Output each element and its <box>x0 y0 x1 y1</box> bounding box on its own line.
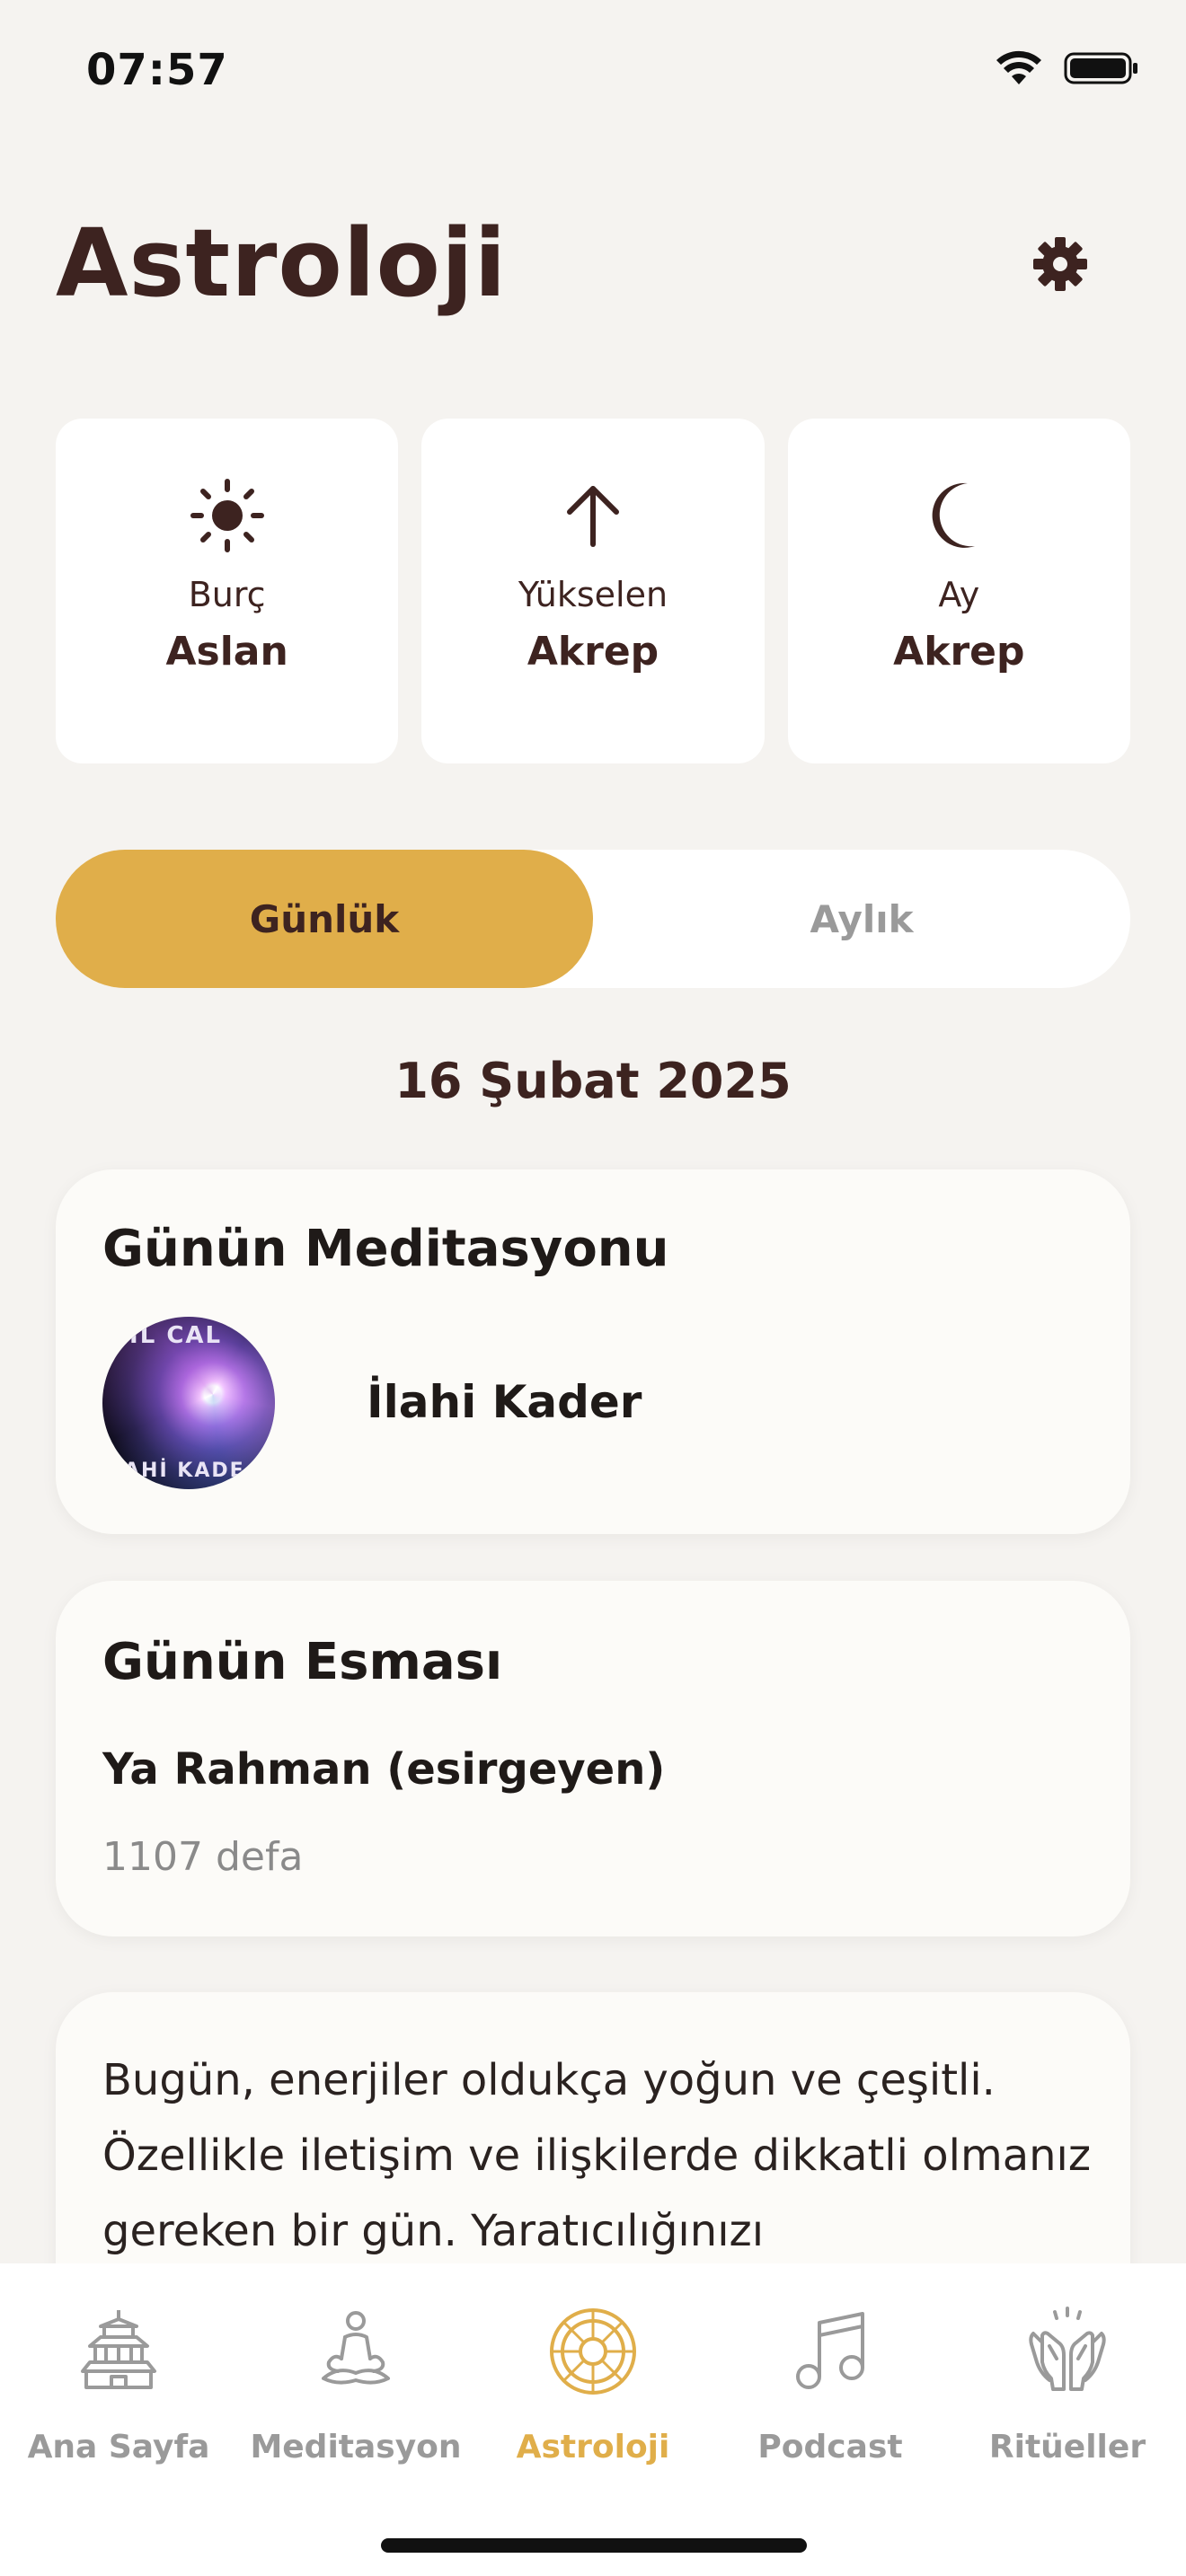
nav-item-home[interactable]: Ana Sayfa <box>0 2299 237 2466</box>
nav-item-rituals[interactable]: Ritüeller <box>949 2299 1186 2466</box>
meditation-cover-image: RIL CAL LAHİ KADE <box>102 1317 275 1489</box>
sign-label: Burç <box>188 575 266 614</box>
daily-meditation-card[interactable]: Günün Meditasyonu RIL CAL LAHİ KADE İlah… <box>56 1169 1130 1534</box>
nav-item-astrology[interactable]: Astroloji <box>474 2299 712 2466</box>
sun-icon <box>190 478 265 553</box>
arrow-up-icon <box>555 478 631 553</box>
meditation-icon <box>311 2299 401 2404</box>
wifi-icon <box>996 50 1042 90</box>
battery-icon <box>1064 50 1139 90</box>
nav-label: Ritüeller <box>988 2429 1146 2466</box>
home-indicator <box>381 2538 807 2553</box>
meditation-name: İlahi Kader <box>367 1376 642 1428</box>
cover-text: LAHİ KADE <box>110 1460 245 1482</box>
nav-item-meditation[interactable]: Meditasyon <box>237 2299 474 2466</box>
sign-card-ascendant[interactable]: Yükselen Akrep <box>421 419 765 763</box>
esma-count: 1107 defa <box>102 1834 304 1880</box>
gear-icon <box>1031 235 1089 296</box>
sign-card-moon[interactable]: Ay Akrep <box>787 419 1130 763</box>
horoscope-text: Bugün, enerjiler oldukça yoğun ve çeşitl… <box>102 2055 1092 2256</box>
sign-cards: Burç Aslan Yükselen Akrep Ay Akrep <box>56 419 1130 763</box>
sign-label: Yükselen <box>518 575 668 614</box>
card-title: Günün Meditasyonu <box>102 1220 669 1278</box>
status-bar: 07:57 <box>0 0 1186 144</box>
bottom-nav: Ana Sayfa Meditasyon Astroloji Podcast R… <box>0 2263 1186 2576</box>
temple-icon <box>74 2299 164 2404</box>
moon-icon <box>921 478 996 553</box>
tab-monthly[interactable]: Aylık <box>593 850 1130 988</box>
sign-value: Aslan <box>165 629 288 675</box>
zodiac-wheel-icon <box>548 2299 638 2404</box>
settings-button[interactable] <box>1026 232 1094 300</box>
period-tabs: Günlük Aylık <box>56 850 1130 988</box>
horoscope-date: 16 Şubat 2025 <box>394 1053 792 1109</box>
esma-name: Ya Rahman (esirgeyen) <box>102 1744 666 1795</box>
status-time: 07:57 <box>86 45 228 95</box>
page-title: Astroloji <box>56 208 508 318</box>
nav-label: Ana Sayfa <box>27 2429 210 2466</box>
daily-esma-card[interactable]: Günün Esması Ya Rahman (esirgeyen) 1107 … <box>56 1581 1130 1936</box>
sign-value: Akrep <box>527 629 659 675</box>
nav-label: Astroloji <box>516 2429 670 2466</box>
tab-daily[interactable]: Günlük <box>56 850 593 988</box>
sign-card-sun[interactable]: Burç Aslan <box>56 419 399 763</box>
cover-text: RIL CAL <box>110 1322 223 1349</box>
music-note-icon <box>785 2299 875 2404</box>
sign-value: Akrep <box>893 629 1025 675</box>
sign-label: Ay <box>938 575 980 614</box>
praying-hands-icon <box>1022 2299 1112 2404</box>
status-icons <box>996 50 1139 90</box>
nav-label: Meditasyon <box>250 2429 462 2466</box>
card-title: Günün Esması <box>102 1633 503 1691</box>
nav-label: Podcast <box>757 2429 903 2466</box>
nav-item-podcast[interactable]: Podcast <box>712 2299 949 2466</box>
